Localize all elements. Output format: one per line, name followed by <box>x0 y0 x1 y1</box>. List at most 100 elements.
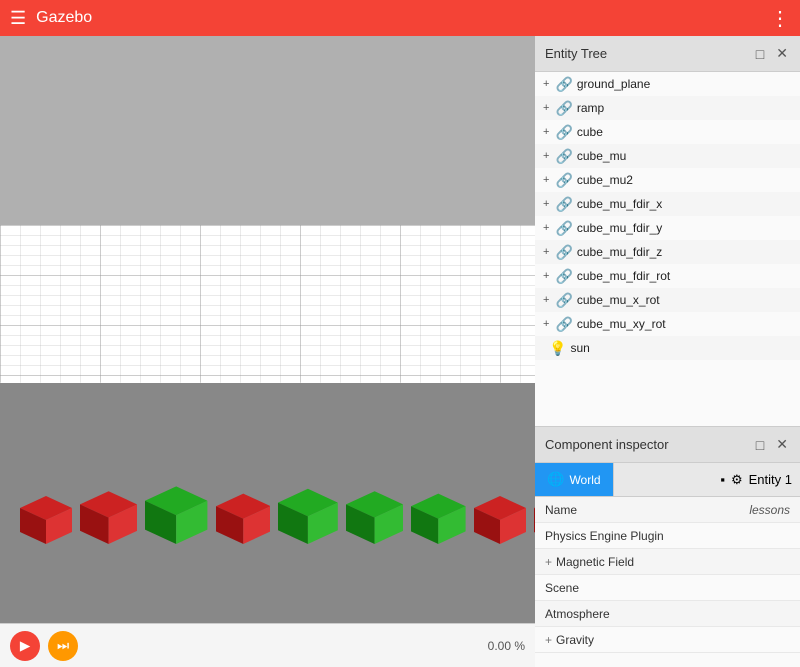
entity-label-cube_mu: cube_mu <box>577 149 626 163</box>
entity-tree-actions: □ ✕ <box>754 45 790 62</box>
entity-tree-close-button[interactable]: ✕ <box>774 45 790 62</box>
entity-tree-header: Entity Tree □ ✕ <box>535 36 800 72</box>
entity-label-ramp: ramp <box>577 101 604 115</box>
entity-expand-cube[interactable]: + <box>543 126 549 138</box>
component-inspector-panel: Component inspector □ ✕ 🌐 World ▪ ⚙ Enti… <box>535 427 800 667</box>
inspector-label-2: +Magnetic Field <box>545 555 634 569</box>
bottom-controls: ▶ ⏭ 0.00 % <box>0 623 535 667</box>
entity-icon-cube: 🔗 <box>555 124 572 141</box>
cube-0 <box>20 484 72 547</box>
zoom-level: 0.00 % <box>488 639 525 653</box>
entity-item-cube_mu_fdir_rot[interactable]: +🔗cube_mu_fdir_rot <box>535 264 800 288</box>
cube-3 <box>216 481 271 547</box>
tab-actions: ▪ ⚙ Entity 1 <box>720 463 800 496</box>
entity-item-cube_mu2[interactable]: + 🔗 cube_mu2 <box>535 168 800 192</box>
inspector-body: Name lessons Physics Engine Plugin +Magneti… <box>535 497 800 667</box>
entity-icon-cube_mu2: 🔗 <box>555 172 572 189</box>
entity-icon-sun: 💡 <box>549 340 566 357</box>
entity-icon-cube_mu_fdir_y: 🔗 <box>555 220 572 237</box>
hamburger-icon[interactable]: ☰ <box>10 8 26 29</box>
inspector-row-magnetic-field[interactable]: +Magnetic Field <box>535 549 800 575</box>
entity-icon-cube_mu_xy_rot: 🔗 <box>555 316 572 333</box>
entity-tree-minimize-button[interactable]: □ <box>754 46 766 62</box>
cube-6 <box>411 481 466 547</box>
entity-label-sun: sun <box>570 341 589 355</box>
entity-label-cube_mu2: cube_mu2 <box>577 173 633 187</box>
entity-item-ground_plane[interactable]: +🔗ground_plane <box>535 72 800 96</box>
inspector-row-atmosphere: Atmosphere <box>535 601 800 627</box>
entity-tree-title: Entity Tree <box>545 46 607 61</box>
entity-icon-ground_plane: 🔗 <box>555 76 572 93</box>
main-area: ▶ ⏭ 0.00 % Entity Tree □ ✕ +🔗ground_plan… <box>0 36 800 667</box>
right-panels: Entity Tree □ ✕ +🔗ground_plane+🔗ramp+🔗cu… <box>535 36 800 667</box>
topbar: ☰ Gazebo ⋮ <box>0 0 800 36</box>
entity-expand-cube_mu2[interactable]: + <box>543 174 549 186</box>
inspector-close-button[interactable]: ✕ <box>774 436 790 453</box>
app-title: Gazebo <box>36 9 92 27</box>
component-inspector-title: Component inspector <box>545 437 669 452</box>
world-tab-icon: 🌐 <box>547 471 564 488</box>
entity-item-cube_mu_fdir_z[interactable]: + 🔗 cube_mu_fdir_z <box>535 240 800 264</box>
cube-4 <box>278 475 338 547</box>
3d-viewport: ▶ ⏭ 0.00 % <box>0 36 535 667</box>
cube-1 <box>80 478 137 547</box>
inspector-label-1: Physics Engine Plugin <box>545 529 664 543</box>
entity-label-cube_mu_x_rot: cube_mu_x_rot <box>577 293 660 307</box>
viewport-grid <box>0 225 535 383</box>
entity-label-cube_mu_xy_rot: cube_mu_xy_rot <box>577 317 666 331</box>
more-menu-icon[interactable]: ⋮ <box>770 6 790 31</box>
entity-label-cube_mu_fdir_y: cube_mu_fdir_y <box>577 221 662 235</box>
entity-label-cube_mu_fdir_x: cube_mu_fdir_x <box>577 197 662 211</box>
inspector-label-4: Atmosphere <box>545 607 610 621</box>
entity-icon-cube_mu_x_rot: 🔗 <box>555 292 572 309</box>
entity-expand-cube_mu[interactable]: + <box>543 150 549 162</box>
entity-icon-cube_mu_fdir_rot: 🔗 <box>555 268 572 285</box>
entity-expand-cube_mu_fdir_z[interactable]: + <box>543 246 549 258</box>
cube-7 <box>474 484 526 547</box>
entity-expand-cube_mu_fdir_x[interactable]: + <box>543 198 549 210</box>
entity-item-ramp[interactable]: +🔗ramp <box>535 96 800 120</box>
tab-pause-icon: ▪ <box>720 472 725 487</box>
entity-expand-cube_mu_fdir_y[interactable]: + <box>543 222 549 234</box>
component-inspector-header: Component inspector □ ✕ <box>535 427 800 463</box>
inspector-row-gravity[interactable]: +Gravity <box>535 627 800 653</box>
play-button[interactable]: ▶ <box>10 631 40 661</box>
cube-5 <box>346 478 403 547</box>
inspector-minimize-button[interactable]: □ <box>754 437 766 453</box>
entity-item-cube_mu_fdir_x[interactable]: +🔗cube_mu_fdir_x <box>535 192 800 216</box>
inspector-label-3: Scene <box>545 581 579 595</box>
entity-list: +🔗ground_plane+🔗ramp+🔗cube+🔗cube_mu+🔗cub… <box>535 72 800 426</box>
entity-icon-cube_mu_fdir_z: 🔗 <box>555 244 572 261</box>
tab-settings-icon: ⚙ <box>731 472 743 488</box>
topbar-left: ☰ Gazebo <box>10 8 92 29</box>
entity-expand-cube_mu_fdir_rot[interactable]: + <box>543 270 549 282</box>
inspector-tabs: 🌐 World ▪ ⚙ Entity 1 <box>535 463 800 497</box>
inspector-row-physics-engine-plugin: Physics Engine Plugin <box>535 523 800 549</box>
entity-expand-cube_mu_xy_rot[interactable]: + <box>543 318 549 330</box>
tab-world[interactable]: 🌐 World <box>535 463 614 496</box>
entity-label-cube_mu_fdir_z: cube_mu_fdir_z <box>577 245 662 259</box>
cube-2 <box>145 472 207 547</box>
world-tab-label: World <box>569 473 600 487</box>
entity-item-cube_mu_fdir_y[interactable]: + 🔗 cube_mu_fdir_y <box>535 216 800 240</box>
cubes-container <box>20 472 535 547</box>
entity-item-cube[interactable]: + 🔗 cube <box>535 120 800 144</box>
entity-expand-cube_mu_x_rot[interactable]: + <box>543 294 549 306</box>
entity-expand-ramp[interactable]: + <box>543 102 549 114</box>
entity-item-cube_mu[interactable]: +🔗cube_mu <box>535 144 800 168</box>
entity-tree-panel: Entity Tree □ ✕ +🔗ground_plane+🔗ramp+🔗cu… <box>535 36 800 427</box>
inspector-label-5: +Gravity <box>545 633 594 647</box>
entity-item-cube_mu_xy_rot[interactable]: + 🔗 cube_mu_xy_rot <box>535 312 800 336</box>
inspector-header-actions: □ ✕ <box>754 436 790 453</box>
inspector-label-0: Name <box>545 503 577 517</box>
entity-item-cube_mu_x_rot[interactable]: + 🔗 cube_mu_x_rot <box>535 288 800 312</box>
entity-label-cube: cube <box>577 125 603 139</box>
entity-expand-ground_plane[interactable]: + <box>543 78 549 90</box>
grid-svg <box>0 225 535 383</box>
step-button[interactable]: ⏭ <box>48 631 78 661</box>
entity-item-sun[interactable]: 💡 sun <box>535 336 800 360</box>
inspector-value-0: lessons <box>749 503 790 517</box>
entity-tab-label: Entity 1 <box>749 472 792 487</box>
inspector-row-name: Name lessons <box>535 497 800 523</box>
inspector-row-scene: Scene <box>535 575 800 601</box>
